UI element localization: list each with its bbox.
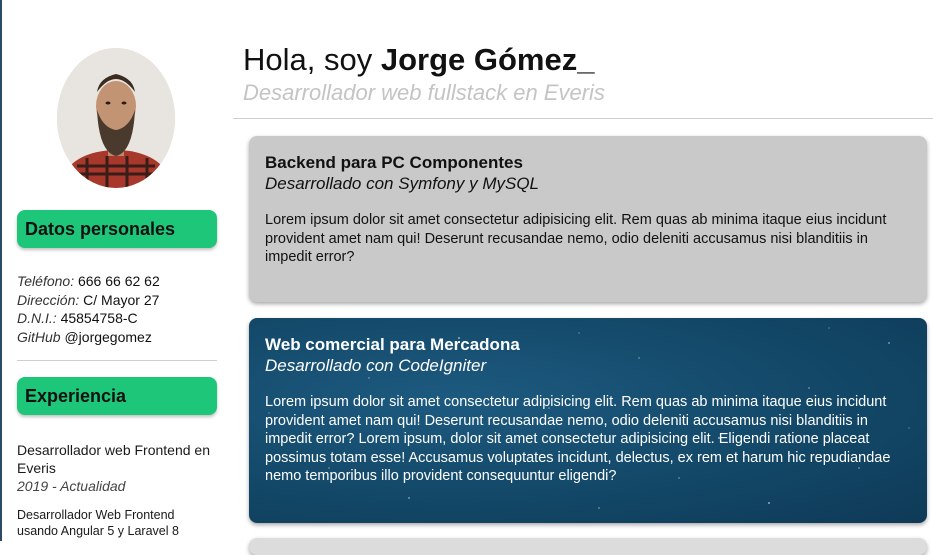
github-value[interactable]: @jorgegomez [64, 329, 151, 345]
sidebar: Datos personales Teléfono: 666 66 62 62 … [0, 0, 232, 541]
job-role: Desarrollador web Frontend en Everis [17, 442, 210, 476]
project-description: Lorem ipsum dolor sit amet consectetur a… [265, 394, 891, 484]
profile-photo-icon [57, 48, 175, 188]
project-card-mercadona: Web comercial para Mercadona Desarrollad… [249, 318, 927, 523]
experience-header: Experiencia [17, 377, 217, 415]
address-label: Dirección: [17, 291, 80, 308]
sidebar-divider [17, 360, 217, 361]
project-text: Web comercial para Mercadona Desarrollad… [265, 335, 911, 486]
personal-data-title: Datos personales [25, 218, 176, 239]
avatar [57, 48, 175, 188]
job-entry: Desarrollador web Frontend en Everis 201… [17, 441, 217, 495]
personal-address: Dirección: C/ Mayor 27 [17, 291, 217, 310]
greeting-text: Hola, soy [243, 42, 381, 77]
experience-title: Experiencia [25, 385, 127, 406]
page-title: Hola, soy Jorge Gómez_ [243, 42, 594, 78]
personal-dni: D.N.I.: 45854758-C [17, 309, 217, 328]
job-description: Desarrollador Web Frontend usando Angula… [17, 508, 179, 538]
project-tech: Desarrollado con CodeIgniter [265, 356, 487, 375]
person-name: Jorge Gómez_ [380, 42, 595, 77]
header-divider [233, 118, 933, 119]
dni-value: 45854758-C [60, 310, 138, 326]
personal-github: GitHub @jorgegomez [17, 328, 217, 347]
personal-data-header: Datos personales [17, 210, 217, 248]
project-description: Lorem ipsum dolor sit amet consectetur a… [265, 212, 887, 265]
project-card-pccomponentes: Backend para PC Componentes Desarrollado… [249, 136, 927, 302]
page-subtitle: Desarrollador web fullstack en Everis [243, 80, 605, 105]
phone-label: Teléfono: [17, 273, 75, 289]
project-tech: Desarrollado con Symfony y MySQL [265, 174, 539, 193]
dni-label: D.N.I.: [17, 310, 57, 326]
address-value: C/ Mayor 27 [83, 291, 160, 308]
project-title: Backend para PC Componentes [265, 153, 523, 172]
phone-value: 666 66 62 62 [77, 273, 160, 289]
project-title: Web comercial para Mercadona [265, 335, 520, 354]
personal-data-list: Teléfono: 666 66 62 62 Dirección: C/ May… [17, 272, 217, 346]
job-period: 2019 - Actualidad [17, 478, 126, 494]
personal-phone: Teléfono: 666 66 62 62 [17, 272, 217, 291]
github-label: GitHub [17, 328, 61, 345]
